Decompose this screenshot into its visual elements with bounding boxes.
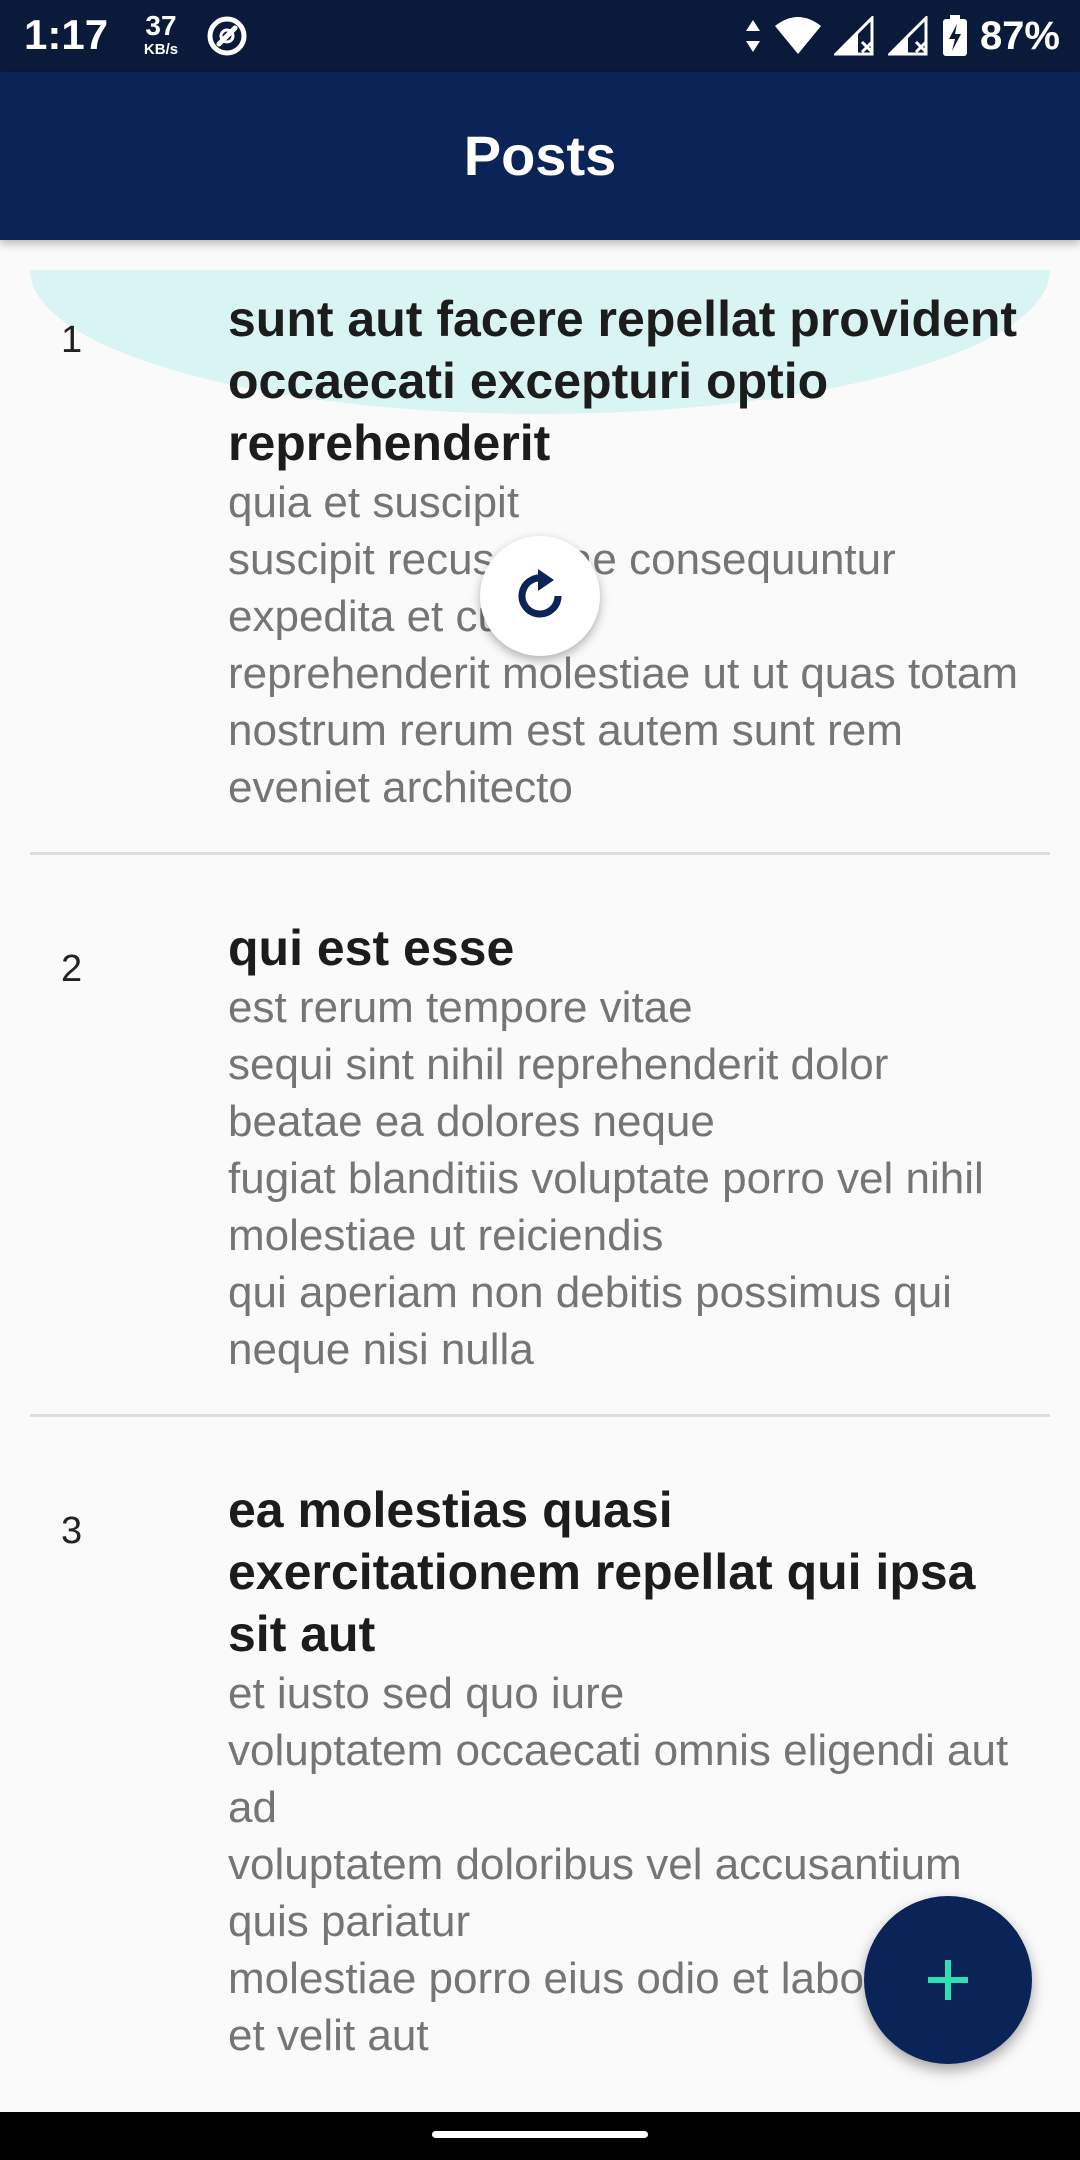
refresh-indicator: [480, 536, 600, 656]
post-id: 3: [61, 1510, 83, 1552]
post-id: 2: [61, 948, 83, 990]
home-gesture-handle[interactable]: [432, 2131, 648, 2138]
status-bar: 1:17 37 KB/s 87%: [0, 0, 1080, 72]
post-title: ea molestias quasi exercitationem repell…: [228, 1482, 976, 1662]
post-content: qui est esse est rerum tempore vitae seq…: [228, 917, 1028, 1378]
post-body: est rerum tempore vitae sequi sint nihil…: [228, 983, 984, 1374]
post-id: 1: [61, 319, 83, 361]
data-saver-icon: [207, 16, 247, 56]
post-body: quia et suscipit suscipit recusandae con…: [228, 478, 1019, 812]
post-title: sunt aut facere repellat provident occae…: [228, 291, 1018, 471]
list-item[interactable]: 2 qui est esse est rerum tempore vitae s…: [30, 899, 1050, 1417]
signal-icon: [833, 16, 874, 56]
battery-charging-icon: [942, 15, 967, 56]
network-speed-value: 37: [145, 10, 177, 41]
navigation-bar: [0, 2112, 1080, 2160]
post-title: qui est esse: [228, 920, 515, 976]
post-content: sunt aut facere repellat provident occae…: [228, 288, 1028, 816]
wifi-icon: [774, 17, 821, 54]
status-time: 1:17: [24, 11, 109, 58]
data-arrows-icon: [745, 20, 760, 52]
page-title: Posts: [463, 124, 617, 187]
battery-percent: 87%: [979, 14, 1060, 58]
screen: 1:17 37 KB/s 87% Posts 1 sunt aut facere…: [0, 0, 1080, 2160]
network-speed-unit: KB/s: [143, 41, 179, 58]
add-icon: [928, 1960, 968, 2000]
signal-icon: [887, 16, 928, 56]
app-bar: Posts: [0, 72, 1080, 240]
add-post-button[interactable]: [864, 1896, 1032, 2064]
refresh-icon: [518, 569, 562, 618]
status-right-icons: 87%: [744, 12, 1060, 60]
network-speed: 37 KB/s: [134, 10, 188, 58]
